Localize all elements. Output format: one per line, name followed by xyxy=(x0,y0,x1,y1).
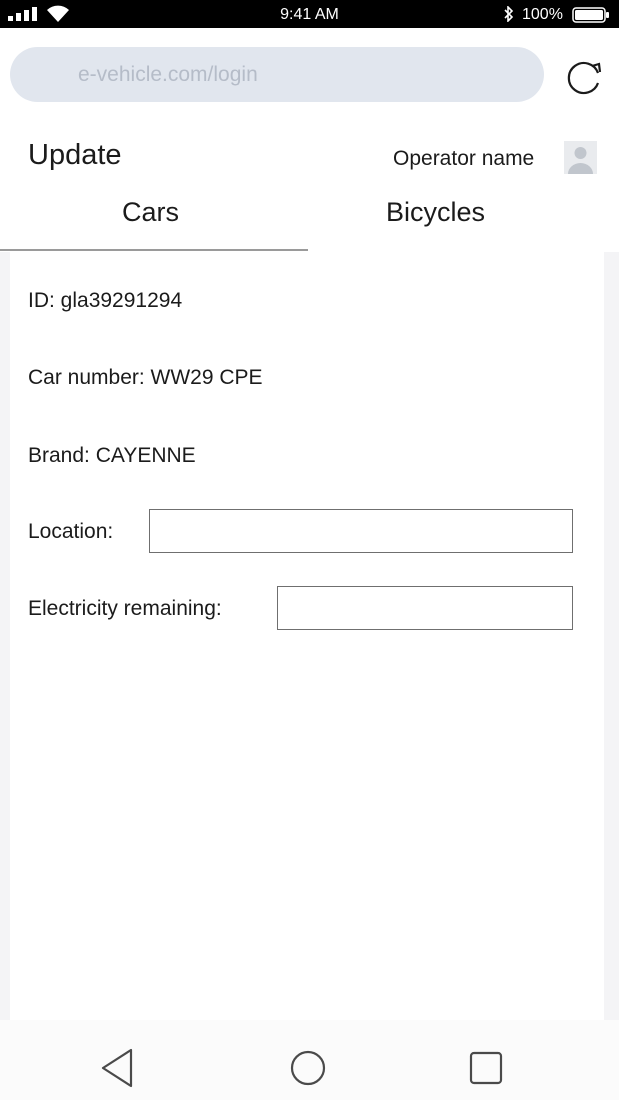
battery-percentage: 100% xyxy=(522,6,563,23)
vehicle-id: ID: gla39291294 xyxy=(28,289,183,312)
avatar-icon[interactable] xyxy=(564,141,597,174)
battery-icon xyxy=(572,7,609,23)
reload-icon[interactable] xyxy=(562,55,606,99)
page-title: Update xyxy=(28,139,122,171)
active-tab-indicator xyxy=(0,249,308,251)
electricity-input[interactable] xyxy=(277,586,573,630)
left-margin xyxy=(0,252,10,1020)
location-label: Location: xyxy=(28,520,114,543)
tab-cars[interactable]: Cars xyxy=(122,197,179,228)
location-input[interactable] xyxy=(149,509,573,553)
recents-icon[interactable] xyxy=(469,1048,503,1088)
url-text: e-vehicle.com/login xyxy=(78,63,258,86)
tab-bicycles[interactable]: Bicycles xyxy=(386,197,485,228)
navigation-bar xyxy=(0,1020,619,1100)
operator-name: Operator name xyxy=(393,147,535,170)
car-number: Car number: WW29 CPE xyxy=(28,366,263,389)
right-margin xyxy=(604,252,619,1020)
back-icon[interactable] xyxy=(100,1048,134,1088)
bluetooth-icon xyxy=(504,6,514,22)
url-bar[interactable]: e-vehicle.com/login xyxy=(10,47,544,102)
home-icon[interactable] xyxy=(289,1048,327,1088)
status-bar: 9:41 AM 100% xyxy=(0,0,619,28)
brand: Brand: CAYENNE xyxy=(28,444,196,467)
electricity-label: Electricity remaining: xyxy=(28,597,222,620)
